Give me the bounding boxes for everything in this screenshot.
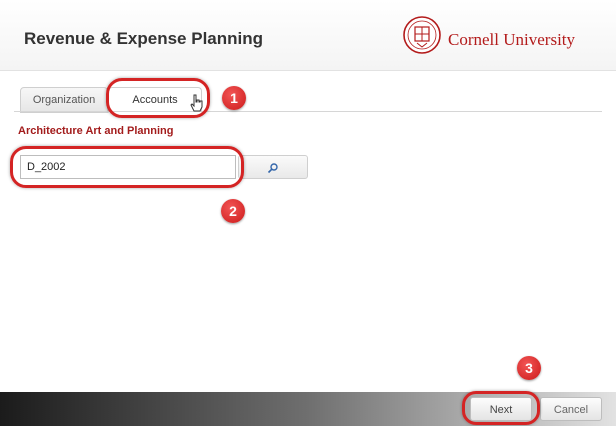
tab-divider — [14, 111, 602, 112]
step-badge-2: 2 — [221, 199, 245, 223]
step-badge-3: 3 — [517, 356, 541, 380]
search-icon — [267, 163, 278, 174]
tab-organization[interactable]: Organization — [20, 87, 108, 113]
app-header: Revenue & Expense Planning Cornell Unive… — [0, 0, 616, 71]
highlight-search-input — [10, 146, 244, 188]
cornell-seal-icon — [403, 16, 441, 54]
department-label: Architecture Art and Planning — [18, 125, 174, 137]
university-name: Cornell University — [448, 30, 576, 49]
search-button[interactable] — [238, 155, 308, 179]
step-badge-1: 1 — [222, 86, 246, 110]
page-title: Revenue & Expense Planning — [24, 29, 264, 48]
cancel-button[interactable]: Cancel — [540, 397, 602, 421]
highlight-accounts-tab — [106, 78, 210, 118]
highlight-next-button — [462, 391, 540, 425]
